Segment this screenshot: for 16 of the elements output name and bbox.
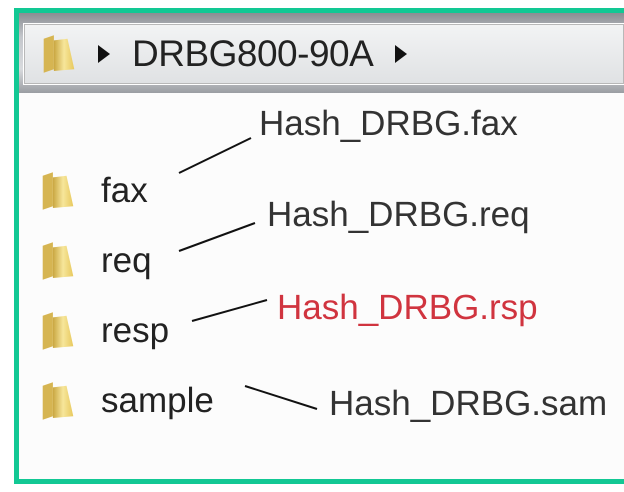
annotation-label: Hash_DRBG.sam [329,385,608,424]
folder-name[interactable]: req [101,241,152,281]
folder-icon [41,381,75,421]
folder-icon [41,311,75,351]
annotation-label: Hash_DRBG.rsp [277,289,538,328]
address-bar[interactable]: DRBG800-90A [23,23,624,85]
folder-name[interactable]: sample [101,381,214,421]
folder-icon [41,171,75,211]
annotation-label: Hash_DRBG.fax [259,105,518,144]
folder-icon [42,34,76,74]
folder-name[interactable]: fax [101,171,148,211]
chevron-icon[interactable] [395,45,408,63]
annotation-label: Hash_DRBG.req [267,196,530,234]
chevron-icon[interactable] [98,45,110,63]
folder-name[interactable]: resp [101,311,170,351]
folder-icon [41,241,75,281]
